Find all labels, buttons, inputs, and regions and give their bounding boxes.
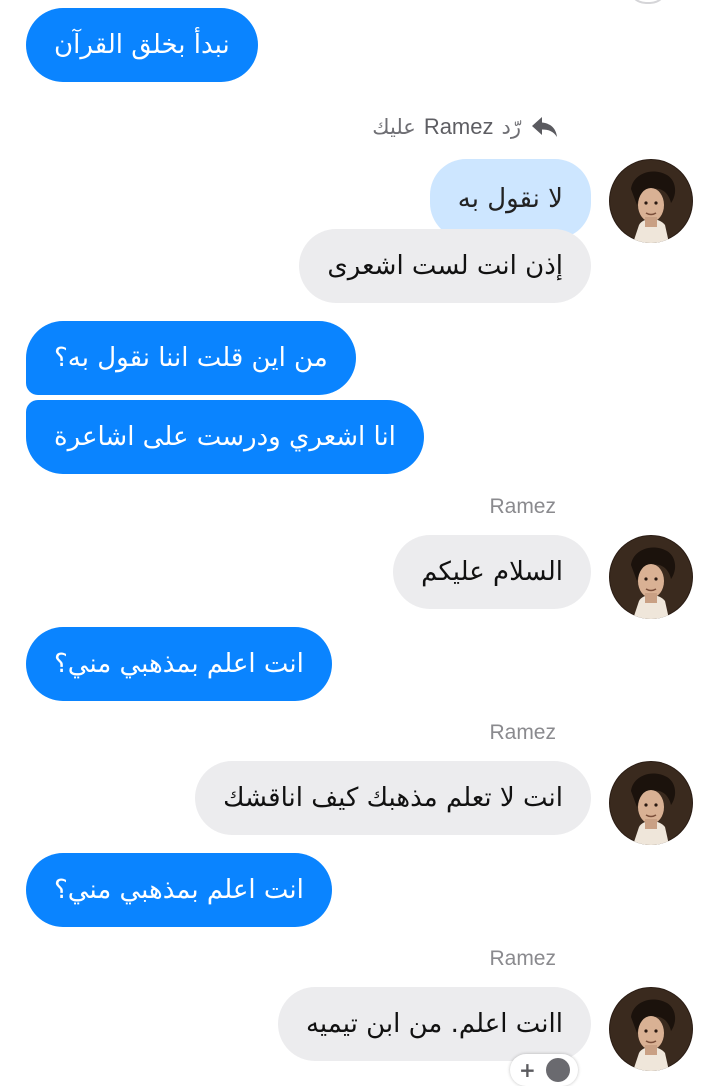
outgoing-message[interactable]: نبدأ بخلق القرآن [26,8,258,82]
avatar-edge [628,0,668,4]
incoming-message[interactable]: اانت اعلم. من ابن تيميه [277,987,591,1061]
reply-sender-name: Ramez [423,114,494,139]
quoted-message[interactable]: لا نقول به [429,159,591,239]
reply-suffix: عليك [372,115,416,139]
outgoing-message[interactable]: انت اعلم بمذهبي مني؟ [26,627,332,701]
avatar[interactable] [609,761,693,845]
add-reaction-icon [546,1058,570,1082]
sender-name: Ramez [489,947,556,970]
sender-name: Ramez [489,721,556,744]
incoming-message[interactable]: السلام عليكم [393,535,591,609]
add-reaction-button[interactable]: + [510,1054,578,1086]
message-thread: نبدأ بخلق القرآن عليك Ramez رّد لا نقول … [0,0,719,1086]
outgoing-message[interactable]: من اين قلت اننا نقول به؟ [26,321,356,395]
incoming-message[interactable]: إذن انت لست اشعرى [299,229,591,303]
outgoing-message[interactable]: انت اعلم بمذهبي مني؟ [26,853,332,927]
outgoing-message[interactable]: انا اشعري ودرست على اشاعرة [26,400,424,474]
incoming-message[interactable]: انت لا تعلم مذهبك كيف اناقشك [195,761,591,835]
sender-name: Ramez [489,495,556,518]
avatar[interactable] [609,987,693,1071]
reply-arrow-icon [529,112,559,142]
avatar[interactable] [609,159,693,243]
reply-header: عليك Ramez رّد [372,112,559,142]
avatar[interactable] [609,535,693,619]
reply-prefix: رّد [501,115,522,139]
plus-icon: + [519,1058,536,1082]
